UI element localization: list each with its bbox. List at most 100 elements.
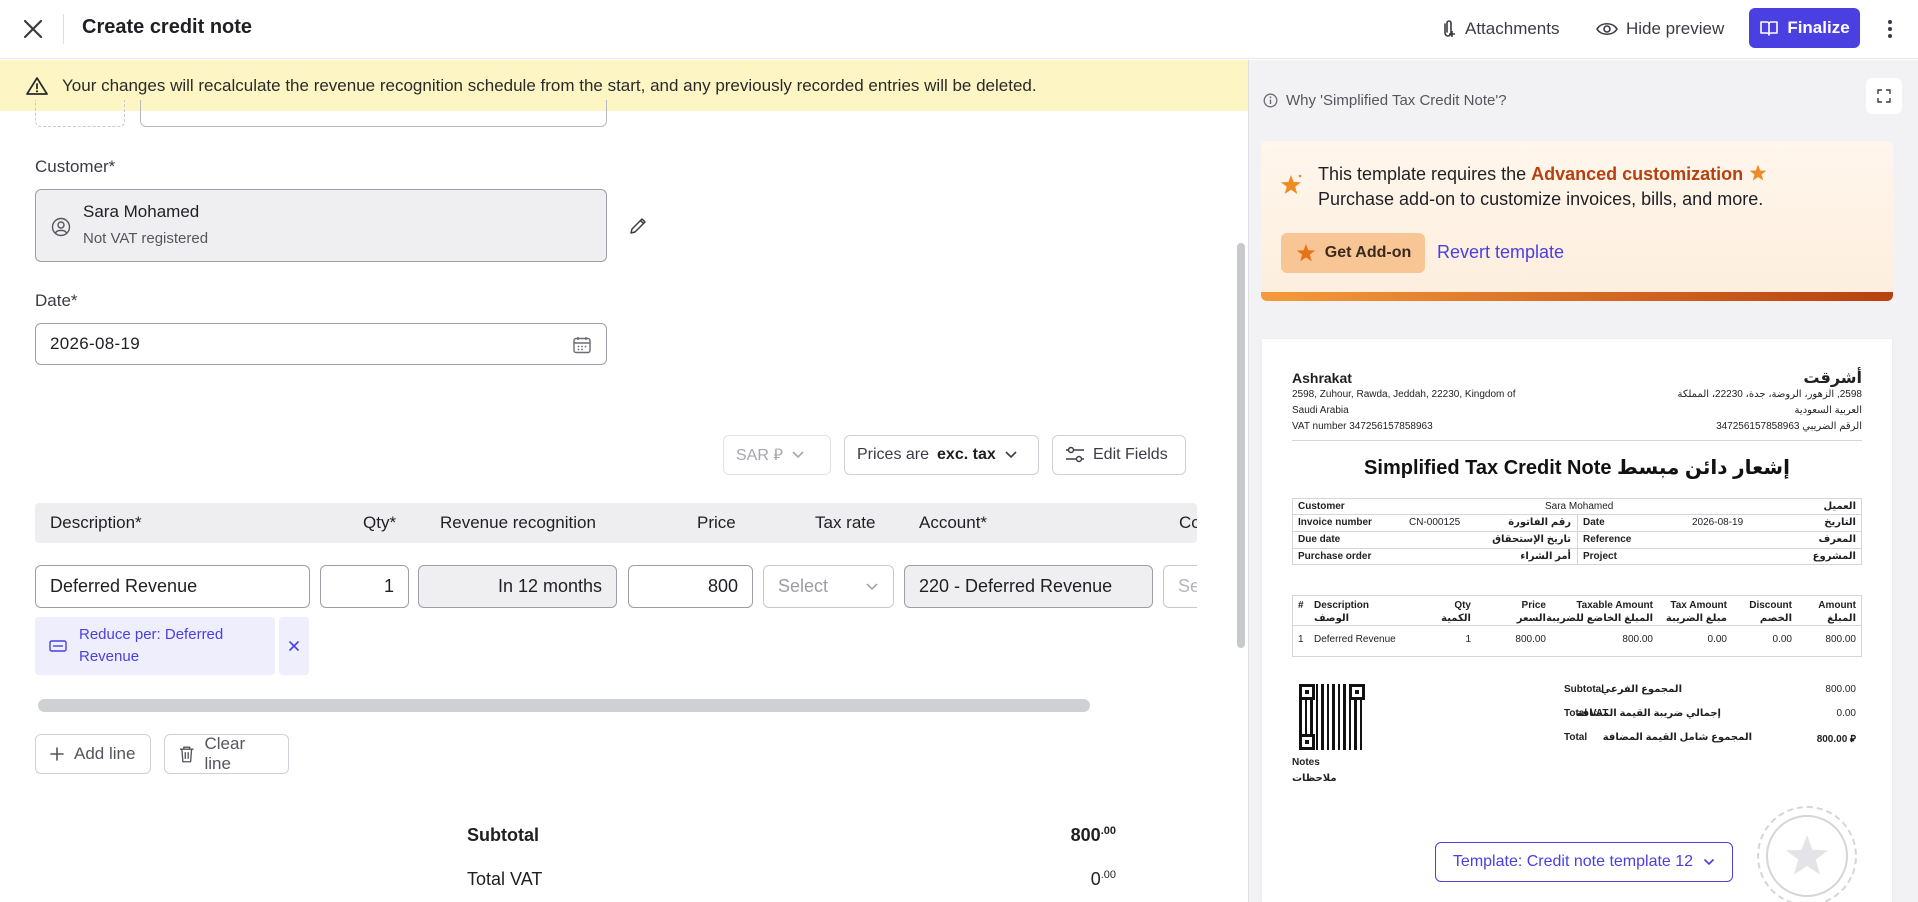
doc-item-taxable: 800.00 [1622,634,1653,645]
chevron-down-icon [866,582,878,590]
expand-preview-button[interactable] [1866,78,1902,114]
doc-company-en: Ashrakat [1292,370,1352,386]
get-addon-button[interactable]: Get Add-on [1281,233,1425,273]
doc-sum-subtotal-ar: المجموع الفرعي [1600,684,1682,695]
doc-info-customer-label: Customer [1298,501,1345,512]
logo-drop-area[interactable] [35,100,125,127]
edit-customer-pencil-icon[interactable] [628,216,648,236]
doc-item-amount: 800.00 [1825,634,1856,645]
hide-preview-button[interactable]: Hide preview [1596,10,1724,48]
customer-selector[interactable]: Sara Mohamed Not VAT registered [35,189,607,262]
line-revenue-recognition-field[interactable]: In 12 months [418,565,617,608]
edit-fields-button[interactable]: Edit Fields [1052,435,1186,475]
date-label: Date* [35,291,78,310]
line-price-input[interactable]: 800 [628,565,753,608]
form-vertical-scroll-thumb[interactable] [1237,243,1245,648]
doc-sum-vat-value: 0.00 [1836,708,1856,719]
eye-icon [1596,22,1618,36]
doc-col-tax-ar: مبلغ الضريبة [1665,613,1727,624]
doc-item-price: 800.00 [1515,634,1546,645]
doc-item-desc: Deferred Revenue [1314,634,1396,645]
doc-info-customer-ar: العميل [1823,501,1856,512]
doc-items-header-line [1292,625,1862,626]
prices-mode-value: exc. tax [937,446,996,463]
info-icon [1263,93,1278,108]
warning-text: Your changes will recalculate the revenu… [62,75,1037,95]
template-select-button[interactable]: Template: Credit note template 12 [1435,842,1733,882]
attachments-button[interactable]: Attachments [1439,10,1560,48]
customer-name: Sara Mohamed [83,202,200,221]
total-vat-value: 0.00 [1091,869,1116,890]
currency-select[interactable]: SAR ⃁ [723,435,831,475]
column-tax-rate: Tax rate [815,513,876,532]
doc-col-qty-ar: الكمية [1441,613,1471,624]
doc-info-project-label: Project [1583,551,1617,562]
column-price: Price [697,513,736,532]
line-account-select[interactable]: 220 - Deferred Revenue [904,565,1153,608]
doc-item-qty: 1 [1465,634,1471,645]
doc-sum-subtotal-label: Subtotal [1564,684,1604,695]
card-icon [49,640,67,652]
prices-mode-prefix: Prices are [857,446,930,463]
doc-vat-ar: الرقم الضريبي 347256157858963 [1716,421,1862,432]
line-cost-center-select[interactable]: Se [1163,565,1197,608]
line-description-value: Deferred Revenue [50,576,198,596]
doc-info-reference-ar: المعرف [1818,534,1856,545]
grid-horizontal-scroll-thumb[interactable] [38,699,1090,712]
remove-reduce-tag-button[interactable] [279,617,309,675]
chevron-down-icon [1005,451,1017,459]
add-line-button[interactable]: Add line [35,734,151,774]
calendar-icon[interactable] [572,335,592,355]
total-vat-integer: 0 [1090,869,1101,889]
reduce-per-tag[interactable]: Reduce per: Deferred Revenue [35,617,275,675]
page-title: Create credit note [82,16,253,38]
line-tax-rate-select[interactable]: Select [763,565,894,608]
doc-info-date-value: 2026-08-19 [1692,517,1744,528]
finalize-button[interactable]: Finalize [1749,8,1860,48]
sparkle-star-icon [1296,243,1315,262]
chevron-down-icon [1703,858,1715,866]
doc-info-po-ar: أمر الشراء [1520,551,1571,562]
edit-fields-label: Edit Fields [1093,446,1168,463]
doc-info-reference-label: Reference [1583,534,1632,545]
doc-address-ar-1: 2598, الزهور، الروضة، جدة، 22230، المملك… [1677,389,1862,400]
column-cost-center: Co [1179,513,1197,532]
currency-value: SAR ⃁ [736,447,783,464]
stamp-seal-icon [1757,806,1857,902]
more-options-icon[interactable] [1878,14,1902,44]
user-circle-icon [51,217,71,237]
why-template-info[interactable]: Why 'Simplified Tax Credit Note'? [1263,92,1507,109]
warning-icon [26,76,48,95]
prices-mode-select[interactable]: Prices are exc. tax [844,435,1039,475]
attachments-label: Attachments [1465,19,1560,38]
doc-sum-total-value: ⃁ 800.00 [1816,734,1856,745]
why-template-text: Why 'Simplified Tax Credit Note'? [1286,92,1507,109]
doc-item-num: 1 [1298,634,1304,645]
line-description-input[interactable]: Deferred Revenue [35,565,310,608]
column-qty: Qty* [363,513,397,532]
date-field[interactable]: 2026-08-19 [35,323,607,365]
clear-line-button[interactable]: Clear line [164,734,289,774]
doc-col-desc-ar: الوصف [1314,613,1350,624]
doc-col-taxable-ar: المبلغ الخاضع للضريبة [1546,613,1653,624]
close-button[interactable] [18,14,48,44]
sparkle-star-icon [1281,174,1302,194]
line-price-value: 800 [707,576,738,596]
promo-accent-bar [1261,292,1893,301]
doc-info-date-label: Date [1583,517,1605,528]
clear-line-label: Clear line [204,734,246,773]
doc-info-invoice-ar: رقم الفاتورة [1508,517,1571,528]
column-revenue-recognition: Revenue recognition [440,513,596,532]
doc-notes-label: Notes [1292,757,1320,768]
doc-col-taxable: Taxable Amount [1576,600,1653,611]
paperclip-icon [1444,20,1455,37]
customer-vat-status: Not VAT registered [83,230,209,247]
line-qty-input[interactable]: 1 [320,565,409,608]
reference-field[interactable] [140,100,607,127]
doc-col-amount: Amount [1818,600,1856,611]
doc-info-date-ar: التاريخ [1824,517,1856,528]
advanced-customization-link[interactable]: Advanced customization [1531,164,1743,184]
doc-address-en-1: 2598, Zuhour, Rawda, Jeddah, 22230, King… [1292,389,1516,400]
revert-template-link[interactable]: Revert template [1437,242,1564,263]
doc-col-amount-ar: المبلغ [1827,613,1856,624]
